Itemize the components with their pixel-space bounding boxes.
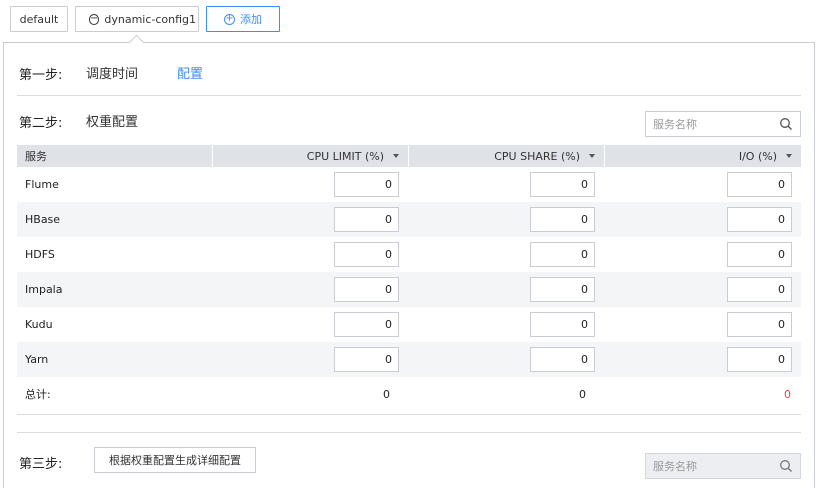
io-input[interactable] xyxy=(727,172,792,197)
service-search-box-disabled xyxy=(645,453,801,479)
service-search-box xyxy=(645,111,801,137)
caret-down-icon[interactable] xyxy=(393,154,399,158)
cpu-limit-cell xyxy=(212,277,408,302)
table-row: HDFS xyxy=(17,237,801,272)
service-name: Flume xyxy=(25,178,59,191)
io-cell xyxy=(604,277,801,302)
weight-table: 服务 CPU LIMIT (%) CPU SHARE (%) I/O (%) F… xyxy=(17,145,801,411)
cpu-share-input[interactable] xyxy=(530,312,595,337)
cpu-limit-cell xyxy=(212,312,408,337)
cpu-limit-cell xyxy=(212,172,408,197)
generate-detailed-config-button[interactable]: 根据权重配置生成详细配置 xyxy=(94,447,256,473)
service-name: HDFS xyxy=(25,248,55,261)
cpu-limit-cell xyxy=(212,207,408,232)
cpu-limit-input[interactable] xyxy=(334,172,399,197)
cpu-share-input[interactable] xyxy=(530,242,595,267)
cpu-share-cell xyxy=(408,172,604,197)
io-cell xyxy=(604,312,801,337)
search-icon xyxy=(780,460,792,472)
table-row: HBase xyxy=(17,202,801,237)
caret-down-icon[interactable] xyxy=(589,154,595,158)
cpu-limit-input[interactable] xyxy=(334,242,399,267)
search-icon[interactable] xyxy=(779,117,793,131)
table-bottom-border xyxy=(17,414,801,415)
cpu-share-cell xyxy=(408,277,604,302)
step1-label: 第一步: xyxy=(19,68,63,83)
total-label: 总计: xyxy=(25,388,51,401)
configure-schedule-link[interactable]: 配置 xyxy=(177,63,203,82)
table-header: 服务 CPU LIMIT (%) CPU SHARE (%) I/O (%) xyxy=(17,145,801,167)
cpu-share-cell xyxy=(408,347,604,372)
step2-label: 第二步: xyxy=(19,116,63,131)
tab-default[interactable]: default xyxy=(10,6,68,32)
cpu-share-cell xyxy=(408,207,604,232)
service-name: Impala xyxy=(25,283,63,296)
weight-config-label: 权重配置 xyxy=(86,115,139,130)
caret-down-icon[interactable] xyxy=(786,154,792,158)
io-input[interactable] xyxy=(727,277,792,302)
total-cpu-limit: 0 xyxy=(383,387,390,401)
schedule-time-label: 调度时间 xyxy=(86,67,139,82)
service-name: Kudu xyxy=(25,318,53,331)
table-row: Flume xyxy=(17,167,801,202)
divider xyxy=(17,95,801,96)
column-header-io-label: I/O (%) xyxy=(738,149,777,163)
table-row: Impala xyxy=(17,272,801,307)
cpu-limit-input[interactable] xyxy=(334,277,399,302)
cpu-share-input[interactable] xyxy=(530,277,595,302)
minus-circle-icon[interactable]: − xyxy=(89,13,100,25)
service-name: Yarn xyxy=(25,353,49,366)
cpu-limit-cell xyxy=(212,347,408,372)
io-input[interactable] xyxy=(727,207,792,232)
table-row: Kudu xyxy=(17,307,801,342)
column-header-cpu-limit-label: CPU LIMIT (%) xyxy=(306,149,384,163)
cpu-limit-input[interactable] xyxy=(334,207,399,232)
io-input[interactable] xyxy=(727,312,792,337)
total-io: 0 xyxy=(784,387,791,401)
cpu-limit-input[interactable] xyxy=(334,312,399,337)
io-input[interactable] xyxy=(727,347,792,372)
tab-config-label: dynamic-config1 xyxy=(104,12,197,26)
io-cell xyxy=(604,207,801,232)
config-tab-bar: default − dynamic-config1 + 添加 xyxy=(10,6,280,32)
table-row: Yarn xyxy=(17,342,801,377)
io-cell xyxy=(604,242,801,267)
divider xyxy=(17,432,801,433)
io-input[interactable] xyxy=(727,242,792,267)
tab-default-label: default xyxy=(19,12,59,26)
io-cell xyxy=(604,347,801,372)
add-config-label: 添加 xyxy=(240,13,262,26)
total-cpu-share: 0 xyxy=(579,387,586,401)
cpu-share-input[interactable] xyxy=(530,347,595,372)
column-header-cpu-share[interactable]: CPU SHARE (%) xyxy=(408,145,604,167)
tab-dynamic-config1[interactable]: − dynamic-config1 xyxy=(75,6,199,32)
service-name: HBase xyxy=(25,213,61,226)
service-search-input[interactable] xyxy=(646,117,774,131)
add-config-button[interactable]: + 添加 xyxy=(206,6,280,32)
plus-circle-icon: + xyxy=(224,13,235,25)
cpu-limit-cell xyxy=(212,242,408,267)
column-header-cpu-limit[interactable]: CPU LIMIT (%) xyxy=(212,145,408,167)
cpu-share-cell xyxy=(408,242,604,267)
service-search-input-disabled xyxy=(646,459,774,473)
cpu-share-input[interactable] xyxy=(530,172,595,197)
cpu-limit-input[interactable] xyxy=(334,347,399,372)
cpu-share-input[interactable] xyxy=(530,207,595,232)
io-cell xyxy=(604,172,801,197)
column-header-service: 服务 xyxy=(25,150,47,163)
column-header-cpu-share-label: CPU SHARE (%) xyxy=(494,149,580,163)
total-row: 总计: 0 0 0 xyxy=(17,377,801,411)
step3-label: 第三步: xyxy=(19,457,63,472)
generate-detailed-config-label: 根据权重配置生成详细配置 xyxy=(109,454,241,467)
column-header-io[interactable]: I/O (%) xyxy=(604,145,801,167)
cpu-share-cell xyxy=(408,312,604,337)
